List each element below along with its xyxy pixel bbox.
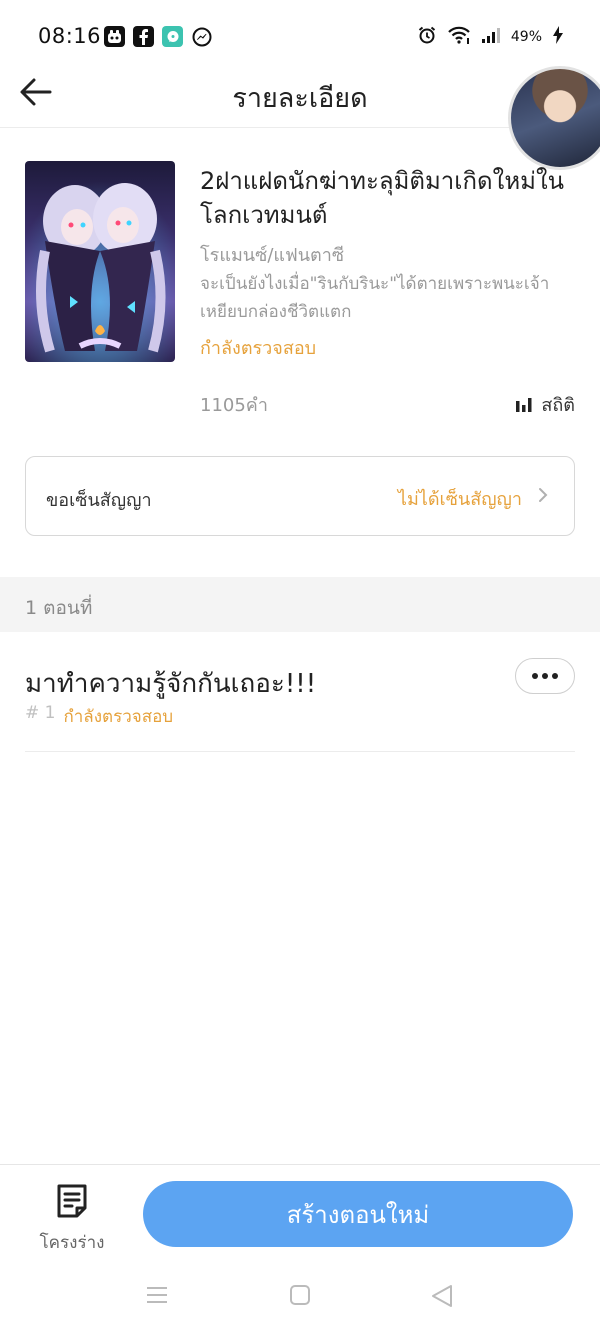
status-app-icons [104, 26, 212, 47]
battery-level: 49% [510, 29, 542, 45]
system-nav-bar [0, 1262, 600, 1333]
create-chapter-button[interactable]: สร้างตอนใหม่ [143, 1181, 573, 1247]
messenger-icon [191, 26, 212, 47]
chapter-meta: # 1 กำลังตรวจสอบ [25, 703, 173, 730]
chapter-number: # 1 [25, 703, 56, 723]
book-status: กำลังตรวจสอบ [200, 338, 317, 359]
divider [25, 751, 575, 752]
stats-label: สถิติ [541, 395, 575, 416]
chapters-section-header: 1 ตอนที่ [0, 577, 600, 632]
facebook-icon [133, 26, 154, 47]
chapter-count: 1 ตอนที่ [25, 597, 93, 619]
status-system-icons: 49% [417, 25, 564, 49]
word-count: 1105คำ [200, 395, 268, 416]
chevron-right-icon [538, 487, 548, 507]
more-dot-icon [552, 673, 558, 679]
book-genre: โรแมนซ์/แฟนตาซี [200, 245, 345, 266]
contract-row[interactable]: ขอเซ็นสัญญา ไม่ได้เซ็นสัญญา [25, 456, 575, 536]
contract-label: ขอเซ็นสัญญา [46, 490, 152, 511]
contract-status: ไม่ได้เซ็นสัญญา [397, 489, 522, 510]
more-dot-icon [532, 673, 538, 679]
bubble-app-icon [104, 26, 125, 47]
header: รายละเอียด [0, 62, 600, 170]
signal-icon [481, 26, 501, 48]
chapter-title[interactable]: มาทำความรู้จักกันเถอะ!!! [25, 663, 316, 704]
menu-nav-icon[interactable] [146, 1284, 168, 1310]
book-description: จะเป็นยังไงเมื่อ"รินกับรินะ"ได้ตายเพราะพ… [200, 274, 550, 322]
alarm-icon [417, 25, 437, 49]
bottom-action-bar: โครงร่าง สร้างตอนใหม่ [0, 1164, 600, 1262]
chapter-status: กำลังตรวจสอบ [63, 707, 174, 727]
status-time: 08:16 [38, 24, 102, 48]
stats-button[interactable]: สถิติ [515, 390, 575, 419]
wifi-icon [447, 25, 471, 49]
home-nav-icon[interactable] [289, 1284, 311, 1310]
avatar[interactable] [508, 66, 600, 170]
outline-label: โครงร่าง [39, 1233, 105, 1253]
book-title: 2ฝาแฝดนักฆ่าทะลุมิติมาเกิดใหม่ในโลกเวทมน… [200, 167, 565, 229]
bar-chart-icon [516, 397, 532, 412]
outline-document-icon [57, 1184, 87, 1218]
more-dot-icon [542, 673, 548, 679]
charging-icon [552, 25, 564, 49]
outline-button[interactable]: โครงร่าง [30, 1183, 114, 1253]
chat-app-icon [162, 26, 183, 47]
book-cover [25, 161, 175, 362]
chapter-more-button[interactable] [515, 658, 575, 694]
back-nav-icon[interactable] [430, 1284, 454, 1312]
